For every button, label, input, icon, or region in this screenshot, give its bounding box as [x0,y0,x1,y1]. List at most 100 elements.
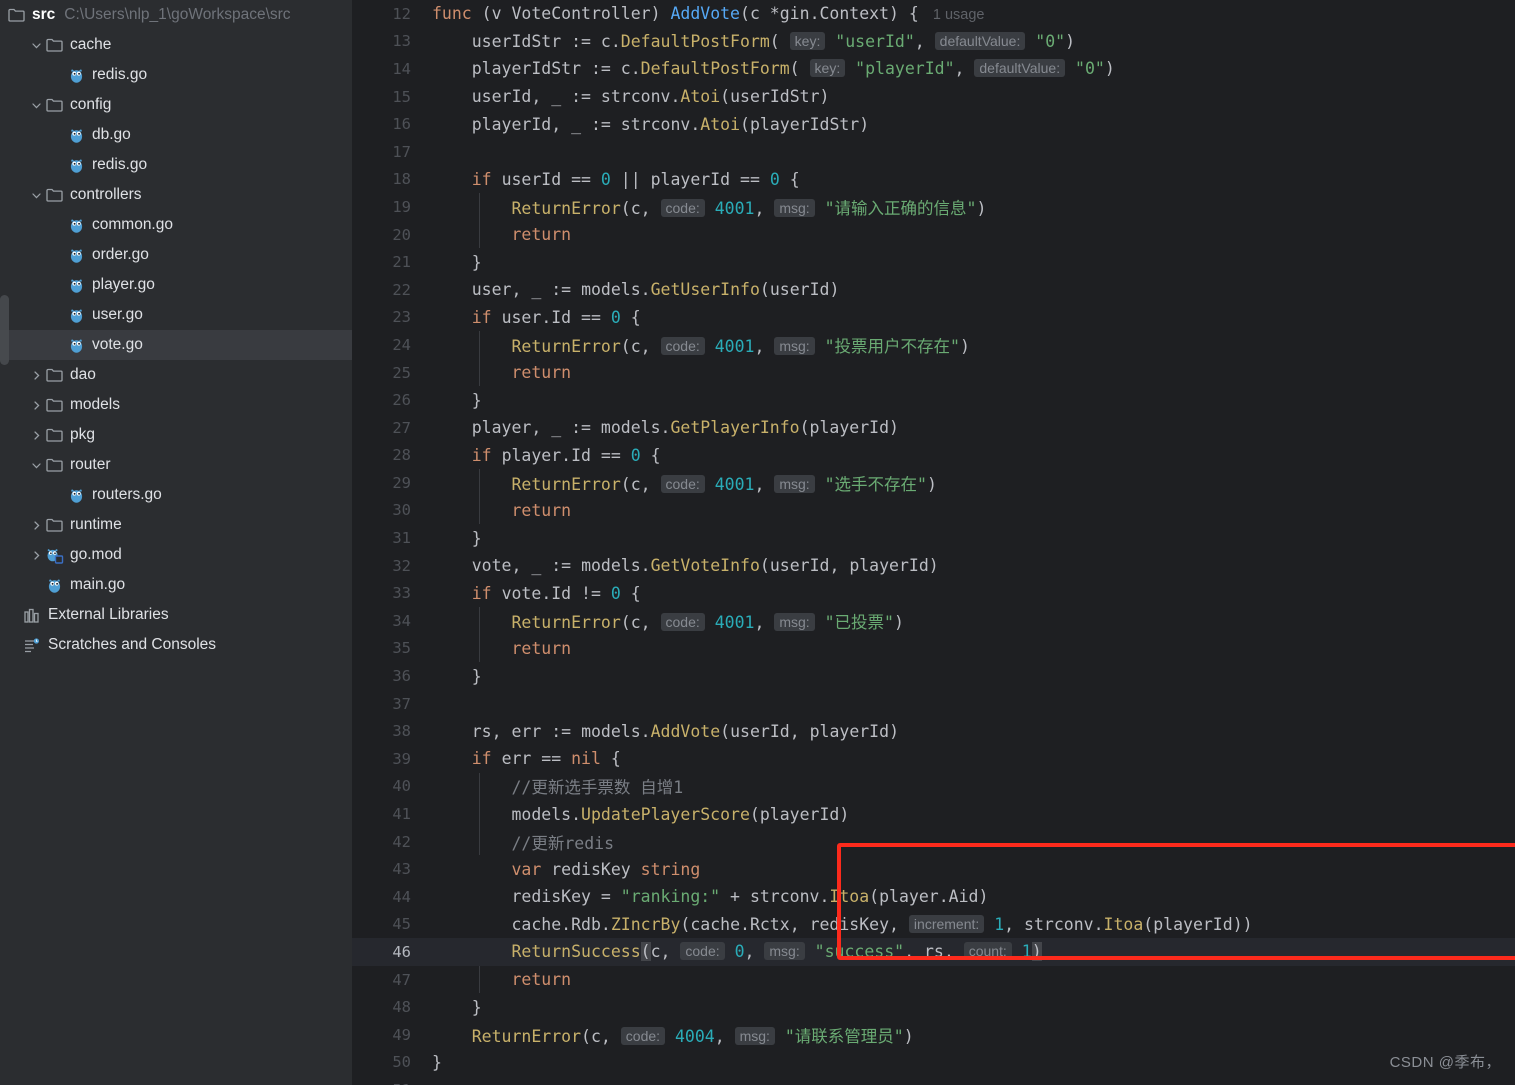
tree-item-scratches-and-consoles[interactable]: Scratches and Consoles [0,630,352,660]
code-text[interactable]: userIdStr := c.DefaultPostForm( key: "us… [424,31,1075,51]
code-text[interactable]: if userId == 0 || playerId == 0 { [424,170,800,189]
tree-item-runtime[interactable]: runtime [0,510,352,540]
tree-item-player-go[interactable]: player.go [0,270,352,300]
code-line[interactable]: 21 } [352,248,1515,276]
tree-item-go-mod[interactable]: go.mod [0,540,352,570]
code-text[interactable]: cache.Rdb.ZIncrBy(cache.Rctx, redisKey, … [424,914,1253,934]
chevron-down-icon[interactable] [28,457,44,473]
code-text[interactable]: playerIdStr := c.DefaultPostForm( key: "… [424,59,1115,78]
code-line[interactable]: 31 } [352,524,1515,552]
code-line[interactable]: 33 if vote.Id != 0 { [352,579,1515,607]
tree-item-user-go[interactable]: user.go [0,300,352,330]
code-lines[interactable]: 12 func (v VoteController) AddVote(c *gin… [352,0,1515,1085]
code-line[interactable]: 14 playerIdStr := c.DefaultPostForm( key… [352,55,1515,83]
chevron-right-icon[interactable] [28,517,44,533]
code-text[interactable]: return [424,970,571,989]
sidebar-scrollbar-thumb[interactable] [0,295,9,365]
code-text[interactable]: } [424,529,482,548]
chevron-down-icon[interactable] [28,97,44,113]
code-line[interactable]: 48 } [352,993,1515,1021]
code-text[interactable]: var redisKey string [424,860,700,879]
code-line[interactable]: 51 [352,1076,1515,1085]
code-text[interactable]: return [424,225,571,244]
code-text[interactable]: ReturnError(c, code: 4004, msg: "请联系管理员"… [424,1023,914,1047]
code-line[interactable]: 24 ReturnError(c, code: 4001, msg: "投票用户… [352,331,1515,359]
code-line[interactable]: 32 vote, _ := models.GetVoteInfo(userId,… [352,552,1515,580]
code-line[interactable]: 50} [352,1049,1515,1077]
tree-item-main-go[interactable]: main.go [0,570,352,600]
code-text[interactable]: playerId, _ := strconv.Atoi(playerIdStr) [424,115,869,134]
code-text[interactable]: if user.Id == 0 { [424,308,641,327]
code-line[interactable]: 37 [352,690,1515,718]
code-text[interactable]: models.UpdatePlayerScore(playerId) [424,805,849,824]
code-text[interactable]: ReturnError(c, code: 4001, msg: "选手不存在") [424,471,937,495]
chevron-down-icon[interactable] [28,187,44,203]
code-line[interactable]: 45 cache.Rdb.ZIncrBy(cache.Rctx, redisKe… [352,911,1515,939]
code-text[interactable]: } [424,253,482,272]
code-line[interactable]: 38 rs, err := models.AddVote(userId, pla… [352,717,1515,745]
chevron-down-icon[interactable] [28,37,44,53]
code-line[interactable]: 23 if user.Id == 0 { [352,304,1515,332]
tree-item-routers-go[interactable]: routers.go [0,480,352,510]
code-text[interactable]: } [424,1053,442,1072]
tree-item-common-go[interactable]: common.go [0,210,352,240]
code-text[interactable]: //更新redis [424,830,614,854]
tree-item-pkg[interactable]: pkg [0,420,352,450]
code-text[interactable]: redisKey = "ranking:" + strconv.Itoa(pla… [424,887,988,906]
code-line[interactable]: 20 return [352,220,1515,249]
chevron-right-icon[interactable] [28,547,44,563]
code-line[interactable]: 47 return [352,965,1515,994]
tree-item-db-go[interactable]: db.go [0,120,352,150]
tree-item-router[interactable]: router [0,450,352,480]
code-line[interactable]: 19 ReturnError(c, code: 4001, msg: "请输入正… [352,193,1515,221]
tree-item-redis-go[interactable]: redis.go [0,60,352,90]
code-line[interactable]: 29 ReturnError(c, code: 4001, msg: "选手不存… [352,469,1515,497]
tree-item-cache[interactable]: cache [0,30,352,60]
tree-item-vote-go[interactable]: vote.go [0,330,352,360]
code-line[interactable]: 41 models.UpdatePlayerScore(playerId) [352,800,1515,828]
code-text[interactable]: ReturnError(c, code: 4001, msg: "已投票") [424,609,904,633]
code-text[interactable]: func (v VoteController) AddVote(c *gin.C… [424,4,984,23]
code-text[interactable]: return [424,501,571,520]
code-text[interactable]: //更新选手票数 自增1 [424,774,683,798]
tree-item-order-go[interactable]: order.go [0,240,352,270]
code-text[interactable]: } [424,667,482,686]
tree-item-external-libraries[interactable]: External Libraries [0,600,352,630]
code-line[interactable]: 36 } [352,662,1515,690]
code-line[interactable]: 39 if err == nil { [352,745,1515,773]
code-text[interactable]: rs, err := models.AddVote(userId, player… [424,722,899,741]
code-text[interactable]: ReturnSuccess(c, code: 0, msg: "success"… [424,942,1042,962]
code-line[interactable]: 49 ReturnError(c, code: 4004, msg: "请联系管… [352,1021,1515,1049]
tree-item-dao[interactable]: dao [0,360,352,390]
code-text[interactable]: } [424,391,482,410]
code-line[interactable]: 15 userId, _ := strconv.Atoi(userIdStr) [352,83,1515,111]
code-text[interactable]: user, _ := models.GetUserInfo(userId) [424,280,840,299]
project-tree-sidebar[interactable]: src C:\Users\nlp_1\goWorkspace\src cache… [0,0,352,1085]
code-line[interactable]: 30 return [352,496,1515,525]
code-line[interactable]: 16 playerId, _ := strconv.Atoi(playerIdS… [352,110,1515,138]
code-line[interactable]: 22 user, _ := models.GetUserInfo(userId) [352,276,1515,304]
code-line[interactable]: 40 //更新选手票数 自增1 [352,772,1515,801]
code-line[interactable]: 17 [352,138,1515,166]
code-text[interactable]: if player.Id == 0 { [424,446,661,465]
tree-item-models[interactable]: models [0,390,352,420]
chevron-right-icon[interactable] [28,397,44,413]
tree-root-src[interactable]: src C:\Users\nlp_1\goWorkspace\src [0,0,352,30]
code-text[interactable]: player, _ := models.GetPlayerInfo(player… [424,418,899,437]
code-line[interactable]: 27 player, _ := models.GetPlayerInfo(pla… [352,414,1515,442]
code-line[interactable]: 43 var redisKey string [352,855,1515,883]
code-line[interactable]: 13 userIdStr := c.DefaultPostForm( key: … [352,28,1515,56]
code-line[interactable]: 18 if userId == 0 || playerId == 0 { [352,166,1515,194]
tree-item-redis-go[interactable]: redis.go [0,150,352,180]
code-editor[interactable]: 12 func (v VoteController) AddVote(c *gin… [352,0,1515,1085]
tree-item-config[interactable]: config [0,90,352,120]
code-line[interactable]: 26 } [352,386,1515,414]
chevron-right-icon[interactable] [28,427,44,443]
code-line[interactable]: 34 ReturnError(c, code: 4001, msg: "已投票"… [352,607,1515,635]
tree-item-controllers[interactable]: controllers [0,180,352,210]
usage-inlay-hint[interactable]: 1 usage [933,7,985,23]
code-text[interactable]: ReturnError(c, code: 4001, msg: "投票用户不存在… [424,333,970,357]
code-text[interactable]: ReturnError(c, code: 4001, msg: "请输入正确的信… [424,195,986,219]
code-text[interactable]: userId, _ := strconv.Atoi(userIdStr) [424,87,830,106]
code-line[interactable]: 46 ReturnSuccess(c, code: 0, msg: "succe… [352,938,1515,966]
